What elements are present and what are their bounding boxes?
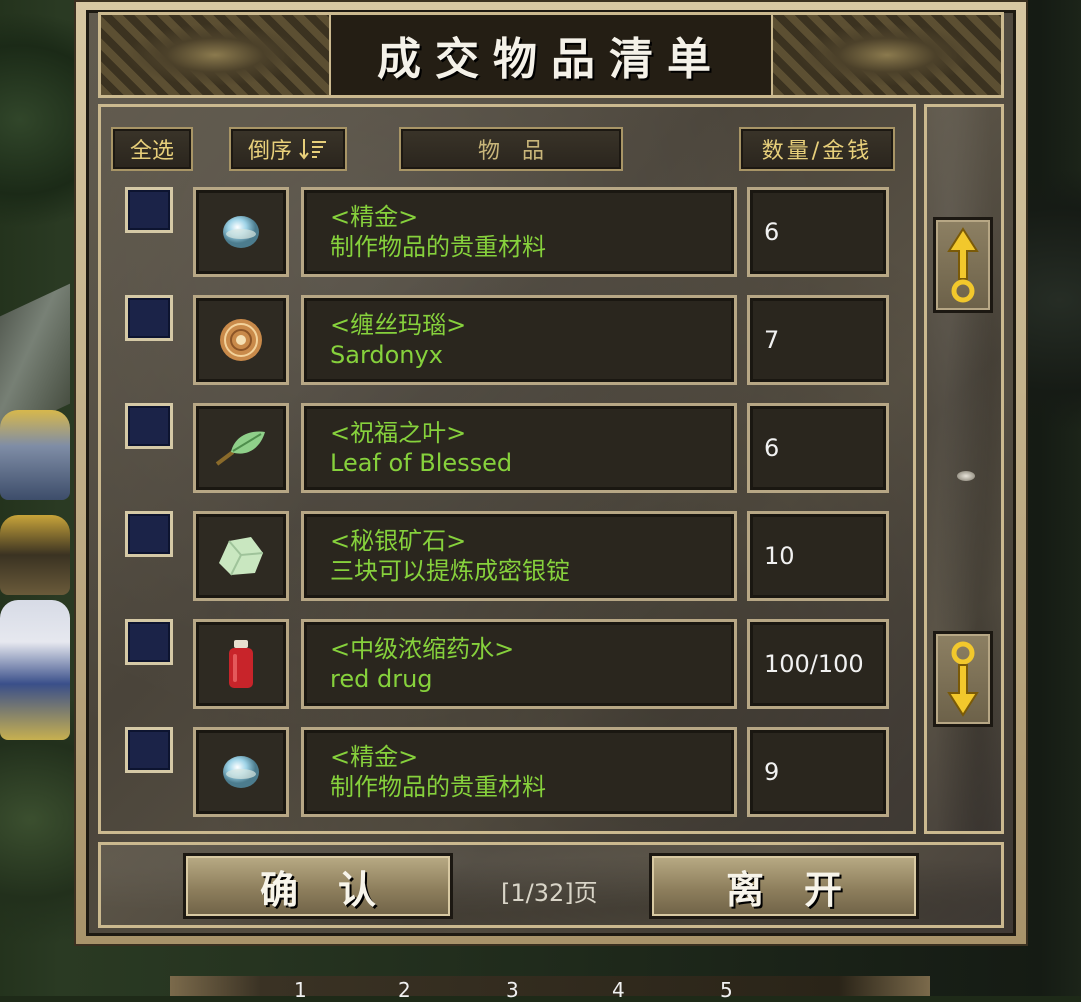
hotbar-slot[interactable]: 2 bbox=[398, 978, 411, 1002]
item-name-box: <中级浓缩药水> red drug bbox=[301, 619, 737, 709]
item-name-box: <精金> 制作物品的贵重材料 bbox=[301, 727, 737, 817]
item-description: red drug bbox=[330, 665, 433, 693]
title-bar: 成交物品清单 bbox=[98, 12, 1004, 98]
item-name: <缠丝玛瑙> bbox=[330, 311, 467, 339]
scroll-thumb[interactable] bbox=[957, 471, 975, 481]
reverse-sort-button[interactable]: 倒序 bbox=[229, 127, 347, 171]
list-item: <缠丝玛瑙> Sardonyx 7 bbox=[101, 295, 919, 391]
player-character[interactable] bbox=[0, 600, 70, 740]
scroll-up-button[interactable] bbox=[933, 217, 993, 313]
item-name-box: <秘银矿石> 三块可以提炼成密银锭 bbox=[301, 511, 737, 601]
scroll-down-button[interactable] bbox=[933, 631, 993, 727]
item-checkbox[interactable] bbox=[125, 187, 173, 233]
item-description: 制作物品的贵重材料 bbox=[330, 233, 546, 261]
item-icon-slot[interactable] bbox=[193, 403, 289, 493]
list-item: <祝福之叶> Leaf of Blessed 6 bbox=[101, 403, 919, 499]
list-item: <秘银矿石> 三块可以提炼成密银锭 10 bbox=[101, 511, 919, 607]
leaf-icon bbox=[215, 431, 265, 466]
arrow-down-icon bbox=[947, 641, 979, 717]
sardonyx-stone-icon bbox=[220, 319, 262, 361]
item-icon-slot[interactable] bbox=[193, 619, 289, 709]
list-item: <中级浓缩药水> red drug 100/100 bbox=[101, 619, 919, 715]
item-name-box: <精金> 制作物品的贵重材料 bbox=[301, 187, 737, 277]
mithril-ore-icon bbox=[219, 537, 264, 576]
item-name: <中级浓缩药水> bbox=[330, 635, 515, 663]
hotbar-slot[interactable]: 5 bbox=[720, 978, 733, 1002]
player-character[interactable] bbox=[0, 410, 70, 500]
hotbar: 1 2 3 4 5 bbox=[170, 976, 930, 1002]
item-icon-slot[interactable] bbox=[193, 727, 289, 817]
item-checkbox[interactable] bbox=[125, 511, 173, 557]
item-quantity: 100/100 bbox=[747, 619, 889, 709]
item-column-header[interactable]: 物 品 bbox=[399, 127, 623, 171]
item-checkbox[interactable] bbox=[125, 619, 173, 665]
item-quantity: 6 bbox=[747, 403, 889, 493]
leave-button[interactable]: 离开 bbox=[649, 853, 919, 919]
item-checkbox[interactable] bbox=[125, 403, 173, 449]
item-quantity: 9 bbox=[747, 727, 889, 817]
item-list-panel: 全选 倒序 物 品 数量/金钱 <精金> 制作物品的贵重材料 6 <缠丝玛瑙> … bbox=[98, 104, 916, 834]
item-description: Leaf of Blessed bbox=[330, 449, 513, 477]
item-description: 制作物品的贵重材料 bbox=[330, 773, 546, 801]
title-ornament-left bbox=[101, 15, 331, 95]
item-name-box: <缠丝玛瑙> Sardonyx bbox=[301, 295, 737, 385]
item-quantity: 6 bbox=[747, 187, 889, 277]
item-name: <祝福之叶> bbox=[330, 419, 467, 447]
quantity-column-label: 数量/金钱 bbox=[761, 139, 873, 164]
page-indicator: [1/32]页 bbox=[501, 879, 598, 907]
select-all-button[interactable]: 全选 bbox=[111, 127, 193, 171]
player-character[interactable] bbox=[0, 515, 70, 595]
hotbar-slot[interactable]: 4 bbox=[612, 978, 625, 1002]
item-description: 三块可以提炼成密银锭 bbox=[330, 557, 570, 585]
item-checkbox[interactable] bbox=[125, 727, 173, 773]
scrollbar[interactable] bbox=[924, 104, 1004, 834]
sort-descending-icon bbox=[299, 139, 326, 160]
list-item: <精金> 制作物品的贵重材料 9 bbox=[101, 727, 919, 823]
title-ornament-right bbox=[771, 15, 1001, 95]
item-icon-slot[interactable] bbox=[193, 511, 289, 601]
item-quantity: 7 bbox=[747, 295, 889, 385]
hotbar-slot[interactable]: 1 bbox=[294, 978, 307, 1002]
confirm-button[interactable]: 确认 bbox=[183, 853, 453, 919]
item-name: <秘银矿石> bbox=[330, 527, 467, 555]
window-title: 成交物品清单 bbox=[331, 15, 771, 95]
list-item: <精金> 制作物品的贵重材料 6 bbox=[101, 187, 919, 283]
item-quantity: 10 bbox=[747, 511, 889, 601]
hotbar-slot[interactable]: 3 bbox=[506, 978, 519, 1002]
item-description: Sardonyx bbox=[330, 341, 443, 369]
quantity-column-header[interactable]: 数量/金钱 bbox=[739, 127, 895, 171]
refined-gold-orb-icon bbox=[223, 756, 259, 788]
item-name: <精金> bbox=[330, 743, 419, 771]
item-checkbox[interactable] bbox=[125, 295, 173, 341]
arrow-up-icon bbox=[947, 227, 979, 303]
item-icon-slot[interactable] bbox=[193, 295, 289, 385]
item-column-label: 物 品 bbox=[477, 139, 544, 164]
refined-gold-orb-icon bbox=[223, 216, 259, 248]
item-name: <精金> bbox=[330, 203, 419, 231]
footer-bar: 确认 [1/32]页 离开 bbox=[98, 842, 1004, 928]
select-all-label: 全选 bbox=[129, 139, 174, 164]
item-name-box: <祝福之叶> Leaf of Blessed bbox=[301, 403, 737, 493]
item-icon-slot[interactable] bbox=[193, 187, 289, 277]
red-potion-icon bbox=[229, 640, 253, 688]
reverse-sort-label: 倒序 bbox=[247, 139, 292, 164]
